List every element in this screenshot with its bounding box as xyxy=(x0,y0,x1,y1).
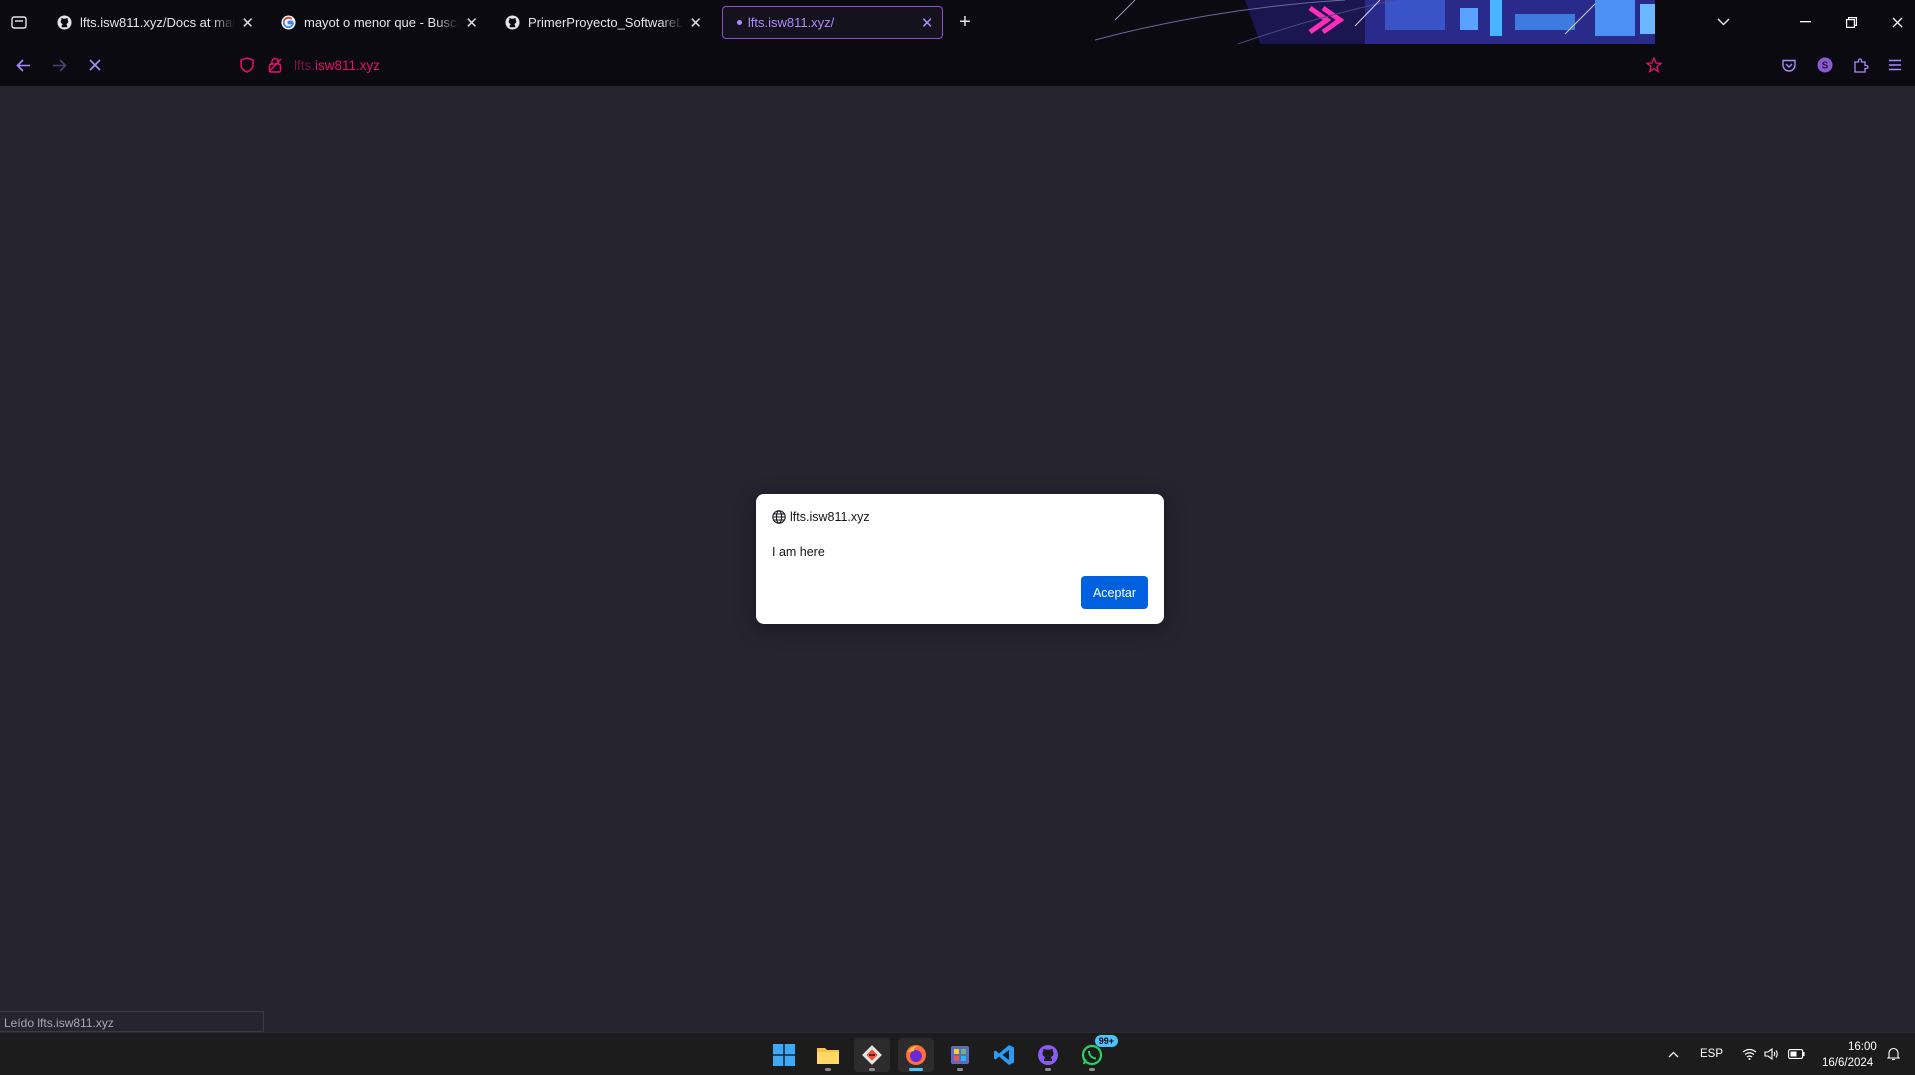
tray-chevron-up-icon[interactable] xyxy=(1664,1045,1682,1063)
close-tab-icon[interactable]: ✕ xyxy=(920,15,934,32)
tab-strip: lfts.isw811.xyz/Docs at main · S ✕ mayot… xyxy=(0,0,1915,44)
back-arrow-icon[interactable] xyxy=(12,54,34,76)
dialog-accept-button[interactable]: Aceptar xyxy=(1081,576,1148,609)
clock-date[interactable]: 16/6/2024 xyxy=(1822,1057,1873,1069)
wifi-icon[interactable] xyxy=(1740,1045,1758,1063)
bookmark-star-icon[interactable] xyxy=(1646,57,1662,73)
globe-icon xyxy=(772,510,786,524)
theme-background-art xyxy=(1095,0,1915,44)
running-indicator xyxy=(1045,1068,1051,1071)
running-indicator xyxy=(825,1068,831,1071)
github-icon xyxy=(56,15,72,31)
battery-icon[interactable] xyxy=(1786,1045,1806,1063)
close-tab-icon[interactable]: ✕ xyxy=(241,15,254,32)
dialog-origin: lfts.isw811.xyz xyxy=(772,510,870,524)
forward-arrow-icon xyxy=(48,54,70,76)
running-indicator xyxy=(869,1068,875,1071)
tab-primer-proyecto[interactable]: PrimerProyecto_SoftwareLibre/ ✕ xyxy=(494,6,710,39)
restore-icon[interactable] xyxy=(1840,12,1862,32)
dialog-message: I am here xyxy=(772,545,825,559)
running-indicator xyxy=(957,1068,963,1071)
insecure-lock-icon[interactable] xyxy=(268,57,282,73)
tab-docs[interactable]: lfts.isw811.xyz/Docs at main · S ✕ xyxy=(46,6,262,39)
url-text[interactable]: lfts.isw811.xyz xyxy=(294,58,380,73)
loading-dot-icon xyxy=(737,20,742,25)
git-icon[interactable] xyxy=(854,1038,890,1072)
tab-google-search[interactable]: mayot o menor que - Buscar co ✕ xyxy=(270,6,486,39)
dialog-origin-text: lfts.isw811.xyz xyxy=(790,510,870,524)
vscode-icon[interactable] xyxy=(986,1038,1022,1072)
close-tab-icon[interactable]: ✕ xyxy=(465,15,478,32)
tab-title: lfts.isw811.xyz/ xyxy=(747,15,835,30)
alert-dialog: lfts.isw811.xyz I am here Aceptar xyxy=(756,494,1164,624)
svg-text:S: S xyxy=(1822,61,1829,72)
tab-title: lfts.isw811.xyz/Docs at main · S xyxy=(80,15,236,30)
running-indicator xyxy=(1089,1068,1095,1071)
close-tab-icon[interactable]: ✕ xyxy=(689,15,702,32)
google-icon xyxy=(280,15,296,31)
language-indicator[interactable]: ESP xyxy=(1700,1048,1723,1060)
account-avatar-icon[interactable]: S xyxy=(1814,54,1836,76)
stop-loading-icon[interactable] xyxy=(84,54,106,76)
new-tab-button[interactable]: + xyxy=(954,11,976,33)
volume-icon[interactable] xyxy=(1762,1045,1780,1063)
url-bar[interactable]: lfts.isw811.xyz xyxy=(232,49,1662,81)
active-indicator xyxy=(909,1068,923,1071)
chevron-down-icon[interactable] xyxy=(1712,12,1734,32)
clock-time[interactable]: 16:00 xyxy=(1848,1041,1877,1053)
notification-bell-icon[interactable] xyxy=(1884,1045,1902,1063)
whatsapp-icon[interactable]: 99+ xyxy=(1074,1035,1118,1072)
tab-list-icon[interactable] xyxy=(8,12,30,32)
firefox-icon[interactable] xyxy=(898,1038,934,1072)
tab-title: PrimerProyecto_SoftwareLibre/ xyxy=(528,15,684,30)
tracking-protection-shield-icon[interactable] xyxy=(240,57,254,73)
status-bar: Leído lfts.isw811.xyz xyxy=(0,1011,264,1032)
pocket-icon[interactable] xyxy=(1778,54,1800,76)
notification-badge: 99+ xyxy=(1094,1035,1118,1047)
minimize-icon[interactable] xyxy=(1794,12,1816,32)
tab-title: mayot o menor que - Buscar co xyxy=(304,15,459,30)
app-icon[interactable] xyxy=(942,1038,978,1072)
close-window-icon[interactable] xyxy=(1886,12,1908,32)
windows-start-icon[interactable] xyxy=(766,1038,802,1072)
github-desktop-icon[interactable] xyxy=(1030,1038,1066,1072)
windows-taskbar: 99+ ESP 16:00 16/6/2024 xyxy=(0,1032,1915,1075)
extensions-puzzle-icon[interactable] xyxy=(1850,54,1872,76)
hamburger-menu-icon[interactable] xyxy=(1884,54,1906,76)
tab-lfts-active[interactable]: lfts.isw811.xyz/ ✕ xyxy=(722,6,943,39)
file-explorer-icon[interactable] xyxy=(810,1038,846,1072)
github-icon xyxy=(504,15,520,31)
navigation-bar: lfts.isw811.xyz S xyxy=(0,44,1915,86)
